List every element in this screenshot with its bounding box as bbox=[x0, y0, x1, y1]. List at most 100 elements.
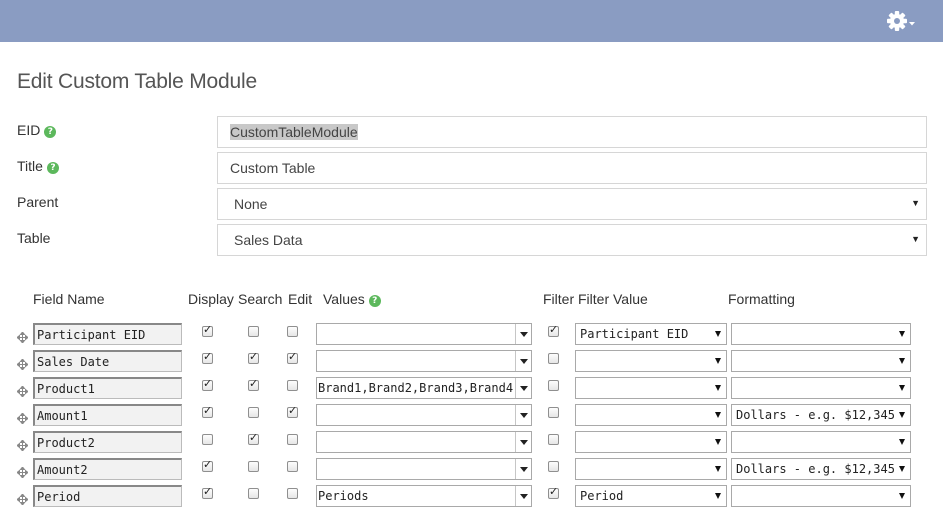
table-value: Sales Data bbox=[234, 232, 303, 248]
filter-value-select[interactable]: Period bbox=[575, 485, 727, 507]
values-combo[interactable] bbox=[316, 431, 532, 453]
eid-field[interactable]: CustomTableModule bbox=[217, 116, 927, 148]
display-checkbox[interactable] bbox=[202, 323, 213, 337]
filter-checkbox[interactable] bbox=[548, 323, 559, 337]
search-checkbox[interactable] bbox=[248, 407, 259, 418]
filter-checkbox[interactable] bbox=[548, 353, 559, 364]
display-checkbox[interactable] bbox=[202, 458, 213, 472]
title-field[interactable]: Custom Table bbox=[217, 152, 927, 184]
values-dropdown-button[interactable] bbox=[515, 405, 531, 425]
title-label: Title? bbox=[17, 158, 59, 174]
values-combo[interactable] bbox=[316, 323, 532, 345]
display-checkbox[interactable] bbox=[202, 434, 213, 445]
values-dropdown-button[interactable] bbox=[515, 324, 531, 344]
display-checkbox[interactable] bbox=[202, 377, 213, 391]
filter-checkbox[interactable] bbox=[548, 434, 559, 445]
search-checkbox[interactable] bbox=[248, 377, 259, 391]
values-combo[interactable]: Brand1,Brand2,Brand3,Brand4 bbox=[316, 377, 532, 399]
filter-checkbox[interactable] bbox=[548, 407, 559, 418]
field-name-input[interactable]: Product1 bbox=[33, 377, 182, 399]
formatting-text: Dollars - e.g. $12,345 bbox=[736, 408, 895, 422]
drag-handle-icon[interactable] bbox=[16, 357, 29, 371]
formatting-select[interactable] bbox=[731, 485, 911, 507]
edit-checkbox[interactable] bbox=[287, 380, 298, 391]
values-combo[interactable]: Periods bbox=[316, 485, 532, 507]
edit-checkbox[interactable] bbox=[287, 350, 298, 364]
field-name-input[interactable]: Product2 bbox=[33, 431, 182, 453]
drag-handle-icon[interactable] bbox=[16, 384, 29, 398]
field-name-input[interactable]: Participant EID bbox=[33, 323, 182, 345]
values-combo[interactable] bbox=[316, 404, 532, 426]
formatting-select[interactable] bbox=[731, 323, 911, 345]
formatting-select[interactable]: Dollars - e.g. $12,345 bbox=[731, 458, 911, 480]
help-icon[interactable]: ? bbox=[44, 126, 57, 138]
settings-menu[interactable] bbox=[886, 9, 920, 33]
drag-handle-icon[interactable] bbox=[16, 411, 29, 425]
gear-icon[interactable] bbox=[886, 9, 920, 33]
values-dropdown-button[interactable] bbox=[515, 432, 531, 452]
field-name-input[interactable]: Period bbox=[33, 485, 182, 507]
table-row: Product2 bbox=[0, 431, 943, 458]
formatting-select[interactable] bbox=[731, 377, 911, 399]
header-field-name: Field Name bbox=[33, 291, 105, 307]
help-icon[interactable]: ? bbox=[368, 295, 381, 307]
header-edit: Edit bbox=[288, 291, 313, 307]
search-checkbox[interactable] bbox=[248, 326, 259, 337]
display-checkbox[interactable] bbox=[202, 485, 213, 499]
filter-value-select[interactable] bbox=[575, 458, 727, 480]
chevron-down-icon bbox=[715, 385, 721, 391]
filter-checkbox[interactable] bbox=[548, 485, 559, 499]
values-dropdown-button[interactable] bbox=[515, 378, 531, 398]
drag-handle-icon[interactable] bbox=[16, 438, 29, 452]
field-name-input[interactable]: Sales Date bbox=[33, 350, 182, 372]
search-checkbox[interactable] bbox=[248, 350, 259, 364]
drag-handle-icon[interactable] bbox=[16, 330, 29, 344]
drag-handle-icon[interactable] bbox=[16, 465, 29, 479]
edit-checkbox[interactable] bbox=[287, 461, 298, 472]
display-checkbox[interactable] bbox=[202, 350, 213, 364]
help-icon[interactable]: ? bbox=[46, 162, 59, 174]
values-combo[interactable] bbox=[316, 458, 532, 480]
values-dropdown-button[interactable] bbox=[515, 486, 531, 506]
search-checkbox[interactable] bbox=[248, 431, 259, 445]
chevron-down-icon bbox=[715, 331, 721, 337]
top-navbar bbox=[0, 0, 943, 42]
search-checkbox[interactable] bbox=[248, 488, 259, 499]
field-name-input[interactable]: Amount2 bbox=[33, 458, 182, 480]
values-text: Brand1,Brand2,Brand3,Brand4 bbox=[318, 381, 514, 395]
filter-value-select[interactable] bbox=[575, 431, 727, 453]
formatting-select[interactable] bbox=[731, 350, 911, 372]
header-search: Search bbox=[238, 291, 283, 307]
chevron-down-icon bbox=[899, 493, 905, 499]
chevron-down-icon bbox=[899, 331, 905, 337]
values-dropdown-button[interactable] bbox=[515, 351, 531, 371]
filter-checkbox[interactable] bbox=[548, 380, 559, 391]
chevron-down-icon bbox=[715, 439, 721, 445]
filter-value-select[interactable] bbox=[575, 377, 727, 399]
table-row: Sales Date bbox=[0, 350, 943, 377]
table-select[interactable]: Sales Data ▼ bbox=[217, 224, 927, 256]
formatting-text: Dollars - e.g. $12,345 bbox=[736, 462, 895, 476]
edit-checkbox[interactable] bbox=[287, 326, 298, 337]
header-values-text: Values bbox=[323, 291, 365, 307]
edit-checkbox[interactable] bbox=[287, 404, 298, 418]
display-checkbox[interactable] bbox=[202, 404, 213, 418]
header-formatting: Formatting bbox=[728, 291, 795, 307]
page-title: Edit Custom Table Module bbox=[17, 70, 257, 93]
formatting-select[interactable]: Dollars - e.g. $12,345 bbox=[731, 404, 911, 426]
filter-value-text: Participant EID bbox=[580, 327, 689, 341]
parent-select[interactable]: None ▼ bbox=[217, 188, 927, 220]
filter-value-select[interactable] bbox=[575, 404, 727, 426]
drag-handle-icon[interactable] bbox=[16, 492, 29, 506]
filter-checkbox[interactable] bbox=[548, 461, 559, 472]
chevron-down-icon bbox=[715, 358, 721, 364]
formatting-select[interactable] bbox=[731, 431, 911, 453]
search-checkbox[interactable] bbox=[248, 461, 259, 472]
edit-checkbox[interactable] bbox=[287, 434, 298, 445]
values-dropdown-button[interactable] bbox=[515, 459, 531, 479]
edit-checkbox[interactable] bbox=[287, 488, 298, 499]
field-name-input[interactable]: Amount1 bbox=[33, 404, 182, 426]
values-combo[interactable] bbox=[316, 350, 532, 372]
filter-value-select[interactable]: Participant EID bbox=[575, 323, 727, 345]
filter-value-select[interactable] bbox=[575, 350, 727, 372]
